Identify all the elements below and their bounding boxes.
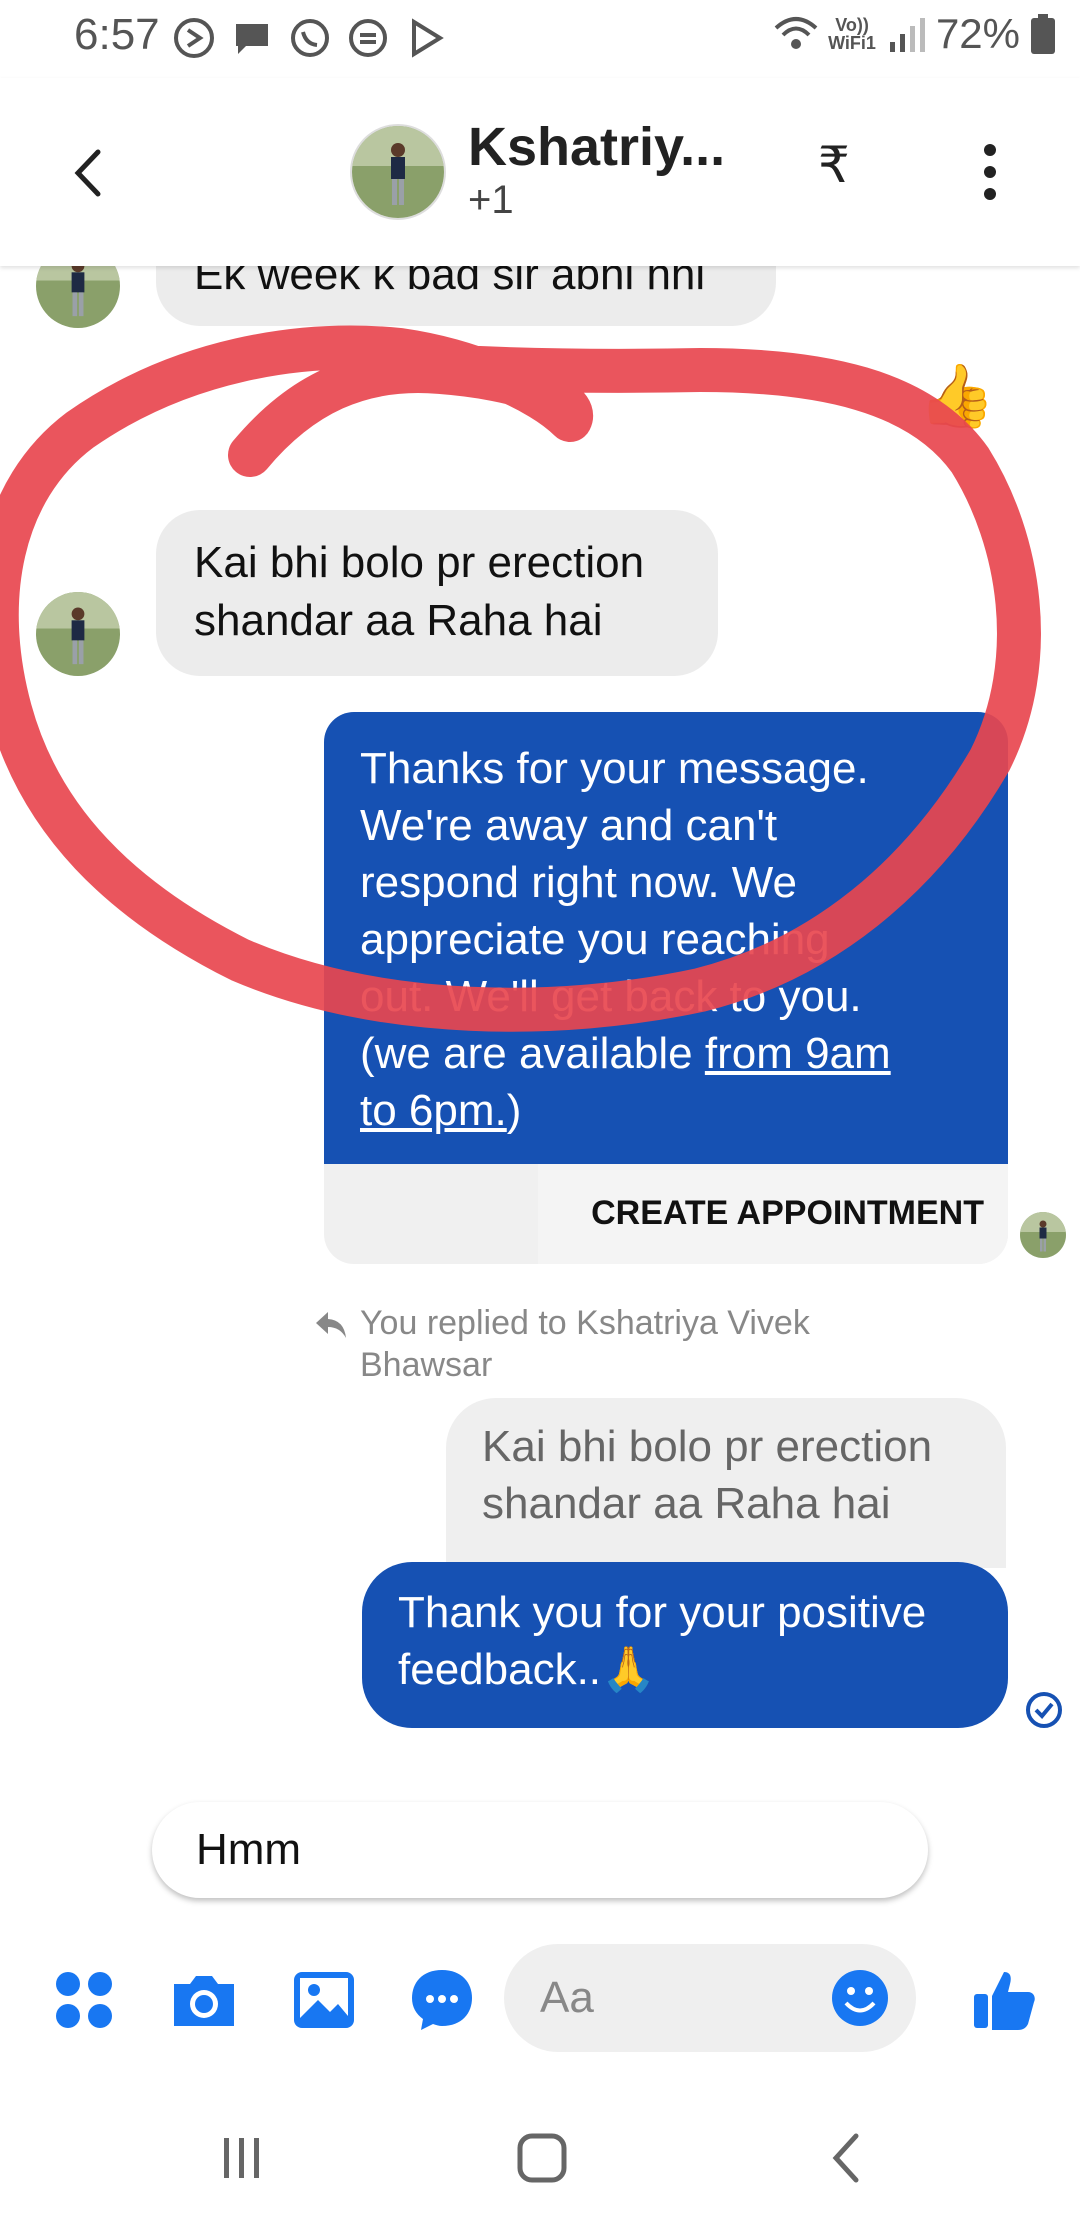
emoji-icon[interactable]	[830, 1968, 890, 2028]
message-bubble-incoming[interactable]: Kai bhi bolo pr erection shandar aa Raha…	[156, 510, 718, 676]
status-right: Vo)) WiFi1 72%	[774, 10, 1056, 58]
thumbs-up-reaction-icon: 👍	[918, 362, 996, 431]
menu-dots-icon[interactable]	[48, 1964, 120, 2036]
contact-name[interactable]: Kshatriy...	[468, 116, 725, 178]
home-icon[interactable]	[512, 2128, 572, 2188]
message-input-placeholder: Aa	[540, 1973, 594, 2022]
message-text-line: We're away and can't	[360, 801, 778, 850]
payment-button[interactable]: ₹	[818, 136, 850, 194]
reply-arrow-icon	[316, 1312, 346, 1338]
avatar-photo-icon	[36, 592, 120, 676]
quick-reply-label: Hmm	[196, 1825, 302, 1874]
back-arrow-icon[interactable]	[60, 138, 120, 208]
battery-icon	[1031, 14, 1055, 54]
status-time: 6:57	[74, 10, 160, 59]
thumbs-up-icon[interactable]	[968, 1964, 1040, 2036]
whatsapp-icon	[291, 19, 329, 57]
hours-link[interactable]: to 6pm.	[360, 1086, 507, 1135]
play-store-icon	[412, 18, 444, 58]
message-notification-icon	[236, 24, 268, 54]
composer-bar: Aa	[0, 1930, 1080, 2070]
tool-notification-icon	[174, 18, 214, 58]
create-appointment-button[interactable]: CREATE APPOINTMENT	[538, 1164, 1008, 1264]
signal-icon	[889, 18, 925, 52]
nav-back-icon[interactable]	[818, 2128, 878, 2188]
chat-header: Kshatriy... +1 ₹	[0, 78, 1080, 266]
contact-avatar[interactable]	[350, 124, 446, 220]
battery-percent: 72%	[935, 10, 1020, 57]
recent-apps-icon[interactable]	[212, 2128, 272, 2188]
message-text-line: (we are available from 9am	[360, 1025, 972, 1082]
message-text-line: Kai bhi bolo pr erection	[194, 538, 645, 587]
quoted-message[interactable]: Kai bhi bolo pr erection shandar aa Raha…	[446, 1398, 1006, 1568]
away-message-card[interactable]: Thanks for your message. We're away and …	[324, 712, 1008, 1164]
message-text-line: respond right now. We	[360, 858, 797, 907]
card-action-row: CREATE APPOINTMENT	[324, 1164, 1008, 1264]
avatar-photo-icon	[352, 126, 444, 218]
message-text-line: Thanks for your message.	[360, 744, 869, 793]
quoted-text-line: shandar aa Raha hai	[482, 1479, 891, 1528]
message-text: )	[506, 1086, 522, 1135]
message-text-line: appreciate you reaching	[360, 915, 830, 964]
avatar-photo-icon	[1020, 1212, 1066, 1258]
sender-avatar[interactable]	[36, 592, 120, 676]
notification-icons	[172, 16, 448, 60]
network-wifi: WiFi1	[828, 33, 876, 53]
message-text-line: feedback..🙏	[398, 1645, 656, 1694]
reply-note-line: Bhawsar	[360, 1346, 493, 1384]
camera-icon[interactable]	[168, 1964, 240, 2036]
gallery-icon[interactable]	[288, 1964, 360, 2036]
message-text-line: shandar aa Raha hai	[194, 596, 603, 645]
network-volte: Vo))	[835, 15, 869, 35]
network-label: Vo)) WiFi1	[828, 16, 876, 52]
hours-link[interactable]: from 9am	[705, 1029, 891, 1078]
quoted-text-line: Kai bhi bolo pr erection	[482, 1422, 933, 1471]
wifi-icon	[774, 17, 818, 49]
chat-notification-icon	[349, 19, 387, 57]
message-text: (we are available	[360, 1029, 705, 1078]
message-input[interactable]: Aa	[504, 1944, 916, 2052]
reply-note-line: You replied to Kshatriya Vivek	[360, 1304, 810, 1342]
status-bar: 6:57 Vo)) WiFi1 72%	[0, 0, 1080, 78]
read-receipt-avatar	[1020, 1212, 1066, 1258]
delivered-check-icon	[1026, 1692, 1062, 1728]
more-options-icon[interactable]	[972, 140, 1008, 204]
reply-note: You replied to Kshatriya Vivek Bhawsar	[360, 1302, 880, 1386]
message-bubble-outgoing[interactable]: Thank you for your positive feedback..🙏	[362, 1562, 1008, 1728]
message-text-line: Thank you for your positive	[398, 1588, 927, 1637]
message-text-line: to 6pm.)	[360, 1082, 972, 1139]
message-text-line: out. We'll get back to you.	[360, 972, 862, 1021]
create-appointment-label: CREATE APPOINTMENT	[591, 1194, 984, 1232]
participant-count: +1	[468, 178, 514, 222]
chat-bubble-icon[interactable]	[406, 1964, 478, 2036]
quick-reply-chip[interactable]: Hmm	[152, 1802, 928, 1898]
system-nav-bar	[0, 2100, 1080, 2220]
